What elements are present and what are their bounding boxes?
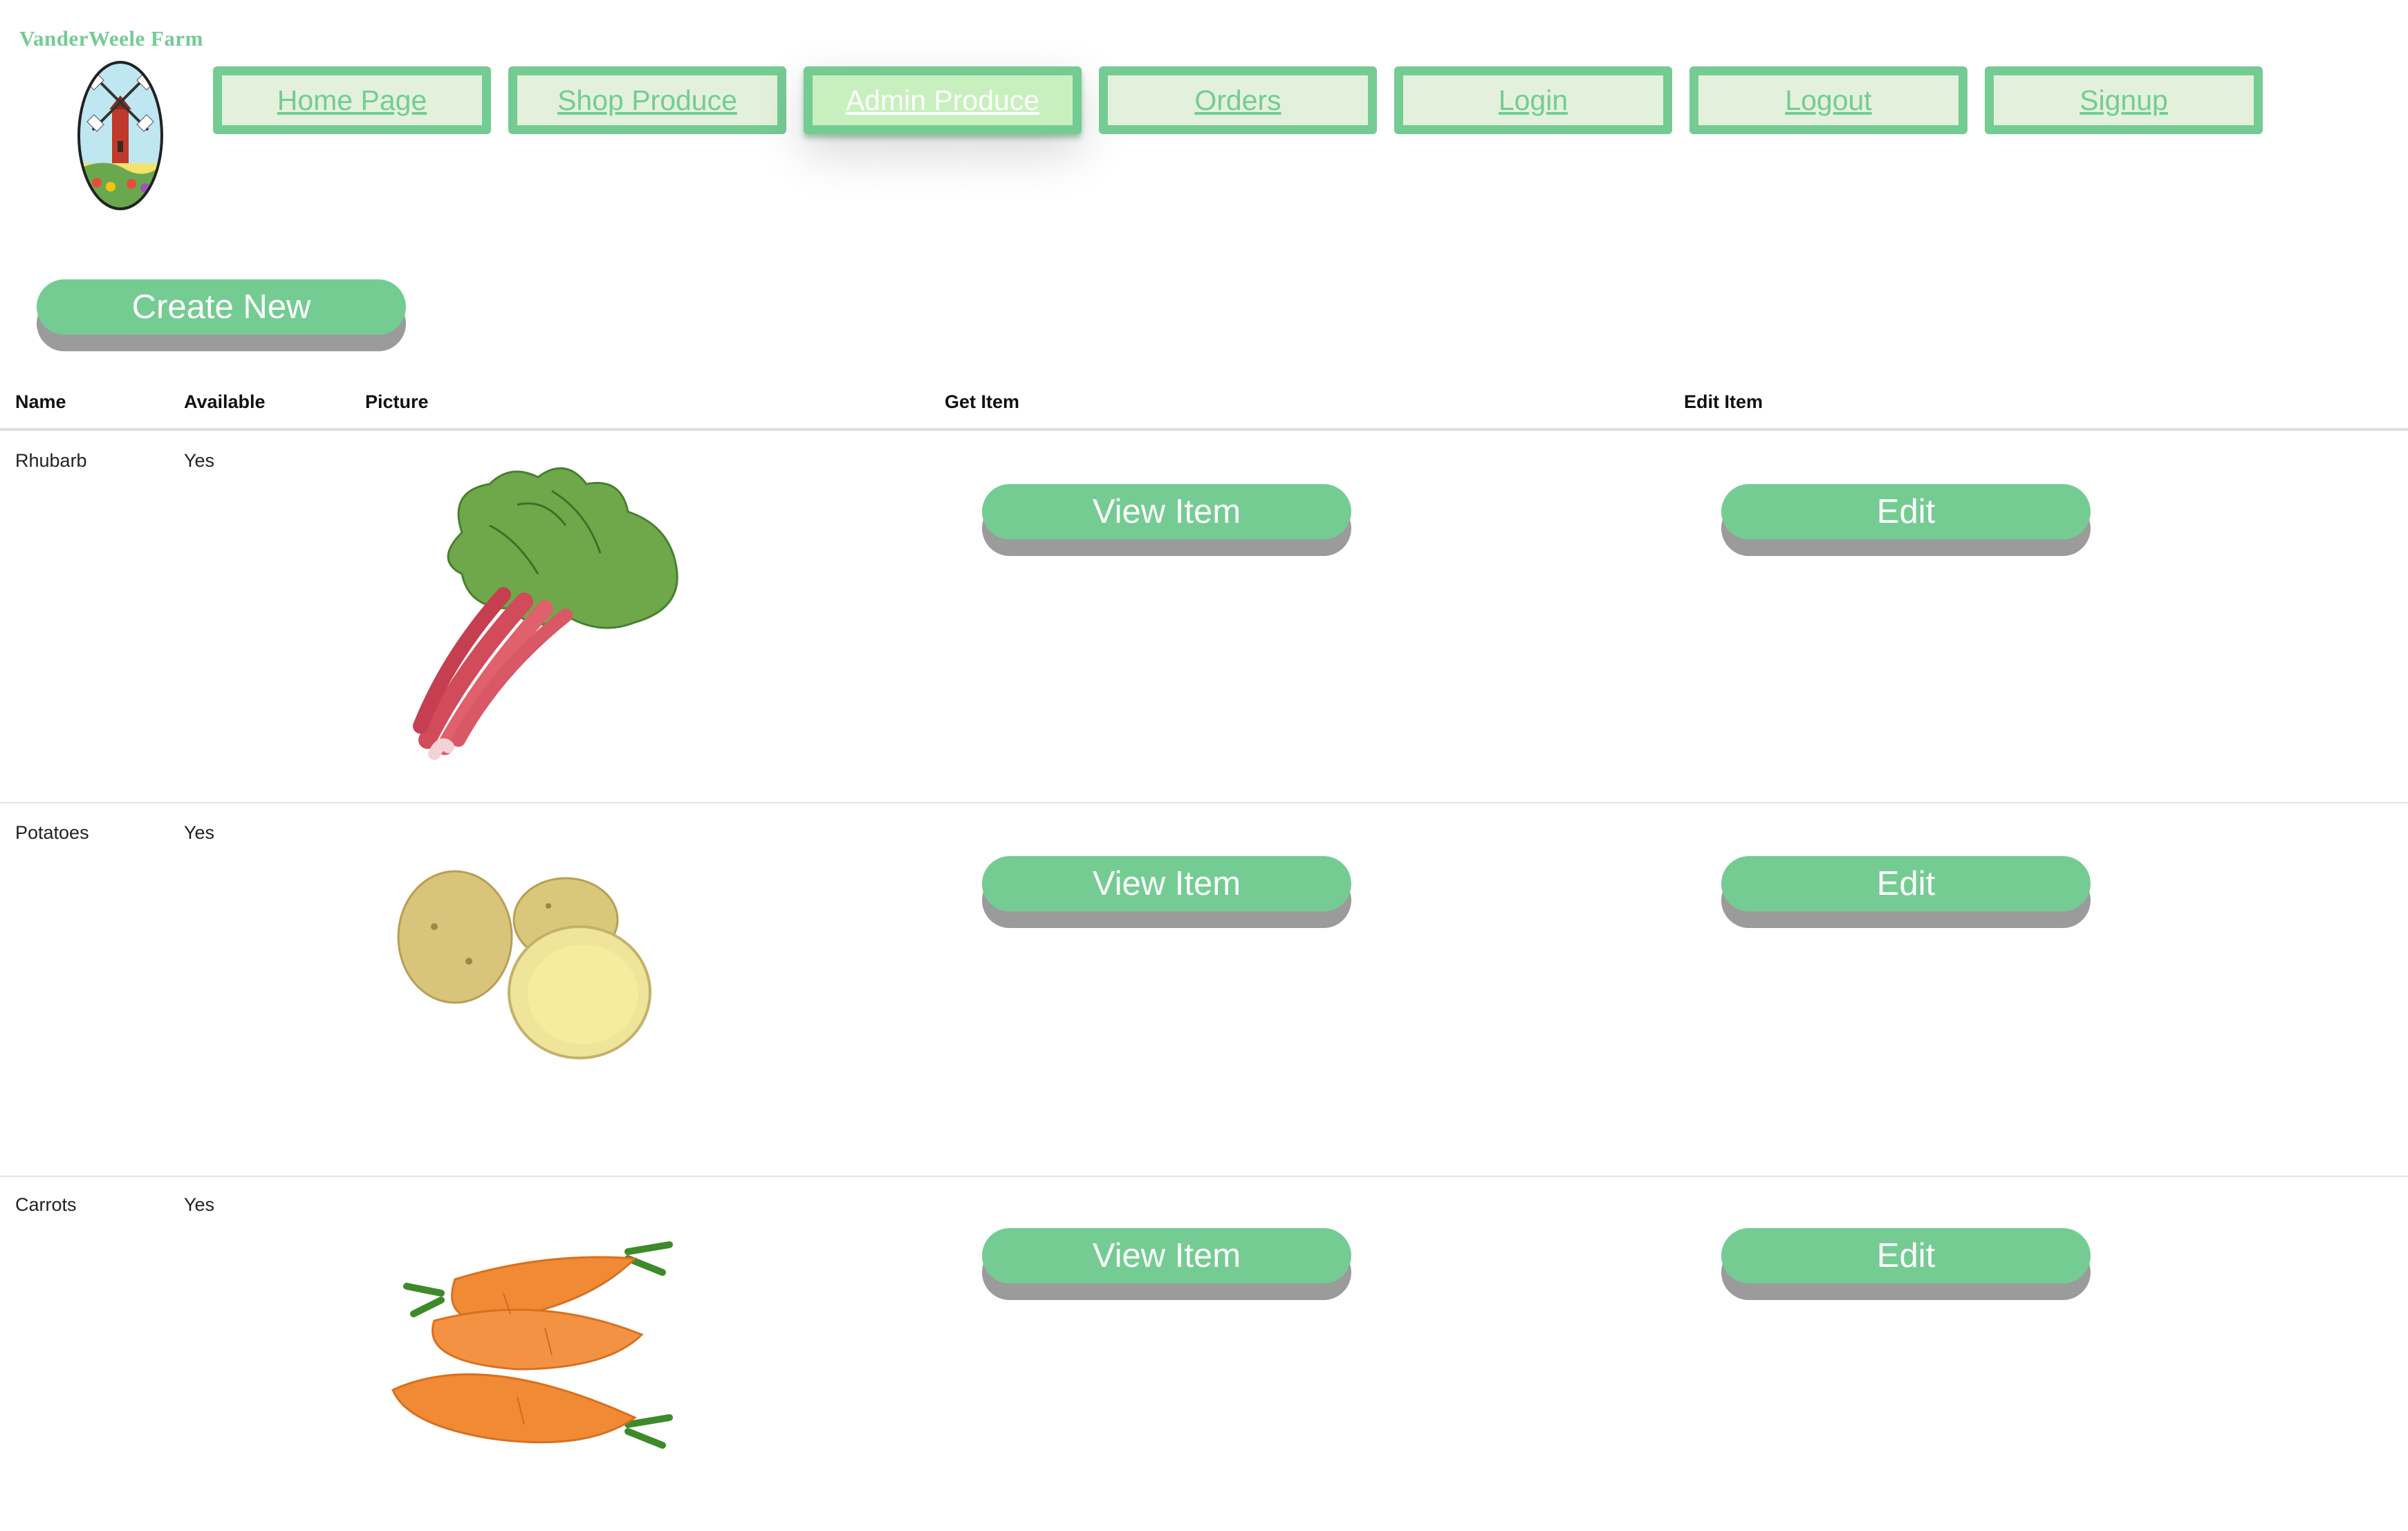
- table-header-divider: [0, 428, 2408, 431]
- view-item-button[interactable]: View Item: [982, 1228, 1351, 1283]
- cell-available: Yes: [184, 450, 215, 471]
- nav-admin-produce[interactable]: Admin Produce: [804, 66, 1082, 134]
- edit-item-button[interactable]: Edit: [1721, 1228, 2091, 1283]
- nav-logout[interactable]: Logout: [1689, 66, 1967, 134]
- column-header-available: Available: [184, 391, 266, 412]
- nav-orders[interactable]: Orders: [1099, 66, 1377, 134]
- brand-title: VanderWeele Farm: [19, 26, 203, 50]
- edit-item-button[interactable]: Edit: [1721, 856, 2091, 911]
- cell-available: Yes: [184, 822, 215, 843]
- cell-name: Potatoes: [15, 822, 89, 843]
- row-divider: [0, 1176, 2408, 1177]
- column-header-picture: Picture: [365, 391, 429, 412]
- potatoes-image: [397, 870, 651, 1059]
- column-header-get-item: Get Item: [945, 391, 1020, 412]
- nav-login[interactable]: Login: [1394, 66, 1672, 134]
- cell-available: Yes: [184, 1194, 215, 1215]
- row-divider: [0, 802, 2408, 804]
- cell-name: Carrots: [15, 1194, 77, 1215]
- view-item-button[interactable]: View Item: [982, 484, 1351, 539]
- edit-item-button[interactable]: Edit: [1721, 484, 2091, 539]
- create-new-button[interactable]: Create New: [37, 279, 406, 335]
- nav-signup[interactable]: Signup: [1985, 66, 2263, 134]
- cell-name: Rhubarb: [15, 450, 87, 471]
- carrots-image: [391, 1241, 673, 1449]
- view-item-button[interactable]: View Item: [982, 856, 1351, 911]
- column-header-edit-item: Edit Item: [1684, 391, 1763, 412]
- rhubarb-image: [413, 467, 678, 760]
- nav-shop-produce[interactable]: Shop Produce: [508, 66, 786, 134]
- windmill-logo-icon: [77, 61, 163, 210]
- column-header-name: Name: [15, 391, 66, 412]
- nav-home-page[interactable]: Home Page: [213, 66, 491, 134]
